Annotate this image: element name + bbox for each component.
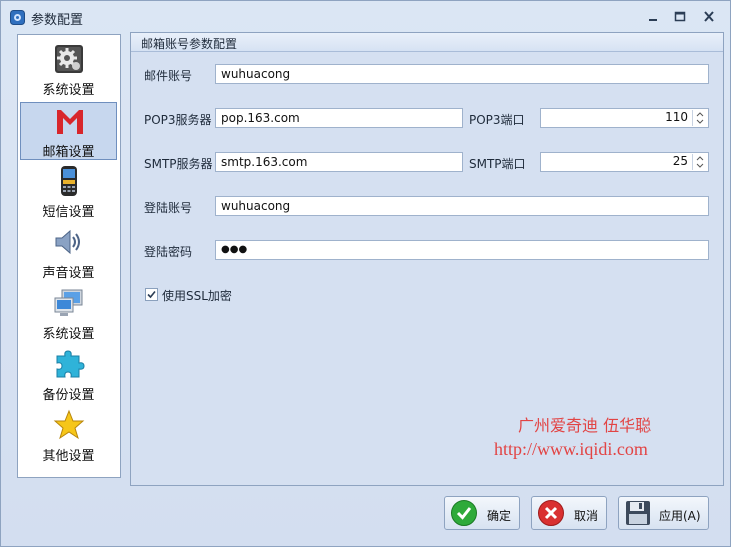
email-account-field[interactable]: wuhuacong bbox=[215, 64, 709, 84]
app-icon bbox=[10, 10, 25, 25]
panel-header: 邮箱账号参数配置 bbox=[131, 33, 723, 52]
ok-button[interactable]: 确定 bbox=[444, 496, 520, 530]
smtp-port-value: 25 bbox=[672, 154, 688, 168]
watermark-url: http://www.iqidi.com bbox=[494, 439, 648, 459]
login-account-field[interactable]: wuhuacong bbox=[215, 196, 709, 216]
sidebar-item-sound[interactable]: 声音设置 bbox=[20, 224, 117, 282]
sidebar-item-label: 邮箱设置 bbox=[42, 145, 95, 160]
phone-icon bbox=[53, 165, 85, 197]
sidebar-item-label: 短信设置 bbox=[42, 205, 95, 220]
smtp-port-stepper[interactable]: 25 bbox=[540, 152, 709, 172]
sidebar-item-sms[interactable]: 短信设置 bbox=[20, 163, 117, 221]
ok-label: 确定 bbox=[487, 509, 512, 523]
sidebar-item-label: 其他设置 bbox=[42, 449, 95, 464]
sidebar-item-label: 系统设置 bbox=[42, 83, 95, 98]
login-account-label: 登陆账号 bbox=[144, 201, 193, 215]
panel-title: 邮箱账号参数配置 bbox=[141, 37, 238, 51]
computer-icon bbox=[53, 287, 85, 319]
pop3-server-field[interactable]: pop.163.com bbox=[215, 108, 463, 128]
settings-sidebar: 系统设置 邮箱设置 短信设置 声音设置 系统设置 备份设置 其他设置 bbox=[17, 34, 121, 478]
gear-icon bbox=[53, 43, 85, 75]
sidebar-item-label: 备份设置 bbox=[42, 388, 95, 403]
puzzle-icon bbox=[53, 348, 85, 380]
star-icon bbox=[53, 409, 85, 441]
sidebar-item-label: 系统设置 bbox=[42, 327, 95, 342]
smtp-server-field[interactable]: smtp.163.com bbox=[215, 152, 463, 172]
watermark-author: 广州爱奇迪 伍华聪 bbox=[518, 416, 652, 435]
cancel-button[interactable]: 取消 bbox=[531, 496, 607, 530]
close-window-button[interactable] bbox=[698, 9, 720, 25]
spin-arrows-icon[interactable] bbox=[692, 110, 707, 126]
pop3-port-label: POP3端口 bbox=[469, 113, 525, 127]
login-password-label: 登陆密码 bbox=[144, 245, 193, 259]
pop3-port-stepper[interactable]: 110 bbox=[540, 108, 709, 128]
checkmark-icon bbox=[147, 290, 156, 299]
title-bar: 参数配置 bbox=[1, 1, 730, 33]
apply-label: 应用(A) bbox=[659, 509, 701, 523]
cancel-x-icon bbox=[537, 499, 565, 527]
settings-window: 参数配置 系统设置 邮箱设置 短信设置 声音设置 系统设置 备份设置 其他设置 … bbox=[0, 0, 731, 547]
gmail-icon bbox=[54, 105, 86, 137]
cancel-label: 取消 bbox=[574, 509, 599, 523]
smtp-server-label: SMTP服务器 bbox=[144, 157, 213, 171]
ok-check-icon bbox=[450, 499, 478, 527]
maximize-button[interactable] bbox=[669, 9, 691, 25]
sidebar-item-system[interactable]: 系统设置 bbox=[20, 41, 117, 99]
email-account-label: 邮件账号 bbox=[144, 69, 193, 83]
ssl-label: 使用SSL加密 bbox=[162, 289, 232, 303]
sidebar-item-email[interactable]: 邮箱设置 bbox=[20, 102, 117, 160]
sidebar-item-system-2[interactable]: 系统设置 bbox=[20, 285, 117, 343]
sidebar-item-label: 声音设置 bbox=[42, 266, 95, 281]
sidebar-item-backup[interactable]: 备份设置 bbox=[20, 346, 117, 404]
ssl-checkbox[interactable] bbox=[145, 288, 158, 301]
sidebar-item-other[interactable]: 其他设置 bbox=[20, 407, 117, 465]
login-password-field[interactable]: ●●● bbox=[215, 240, 709, 260]
floppy-disk-icon bbox=[624, 499, 652, 527]
pop3-port-value: 110 bbox=[665, 110, 688, 124]
window-title: 参数配置 bbox=[31, 13, 84, 28]
smtp-port-label: SMTP端口 bbox=[469, 157, 526, 171]
pop3-server-label: POP3服务器 bbox=[144, 113, 212, 127]
speaker-icon bbox=[53, 226, 85, 258]
minimize-button[interactable] bbox=[642, 9, 664, 25]
spin-arrows-icon[interactable] bbox=[692, 154, 707, 170]
apply-button[interactable]: 应用(A) bbox=[618, 496, 709, 530]
